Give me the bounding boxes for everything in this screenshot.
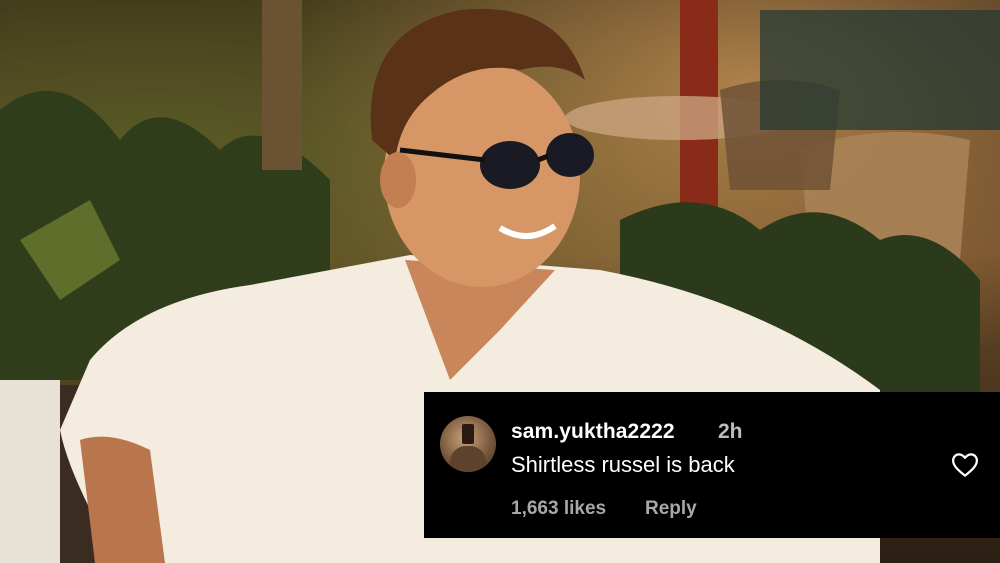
- comment-likes-count[interactable]: 1,663 likes: [511, 498, 606, 520]
- avatar-body: [450, 446, 486, 472]
- tree-trunk: [262, 0, 302, 170]
- sunglasses-right-lens: [546, 133, 594, 177]
- railing: [760, 10, 1000, 130]
- comment-timestamp: 2h: [718, 420, 743, 443]
- comment-text: Shirtless russel is back: [511, 452, 735, 477]
- comment-username[interactable]: sam.yuktha2222: [511, 420, 675, 444]
- sunglasses-left-lens: [480, 141, 540, 189]
- comment-card: sam.yuktha2222 2h Shirtless russel is ba…: [424, 392, 1000, 538]
- avatar[interactable]: [440, 416, 496, 472]
- ear: [380, 152, 416, 208]
- reply-button[interactable]: Reply: [645, 498, 697, 520]
- bench-cushion: [0, 380, 60, 563]
- avatar-phone: [462, 424, 474, 444]
- heart-icon[interactable]: [950, 450, 980, 480]
